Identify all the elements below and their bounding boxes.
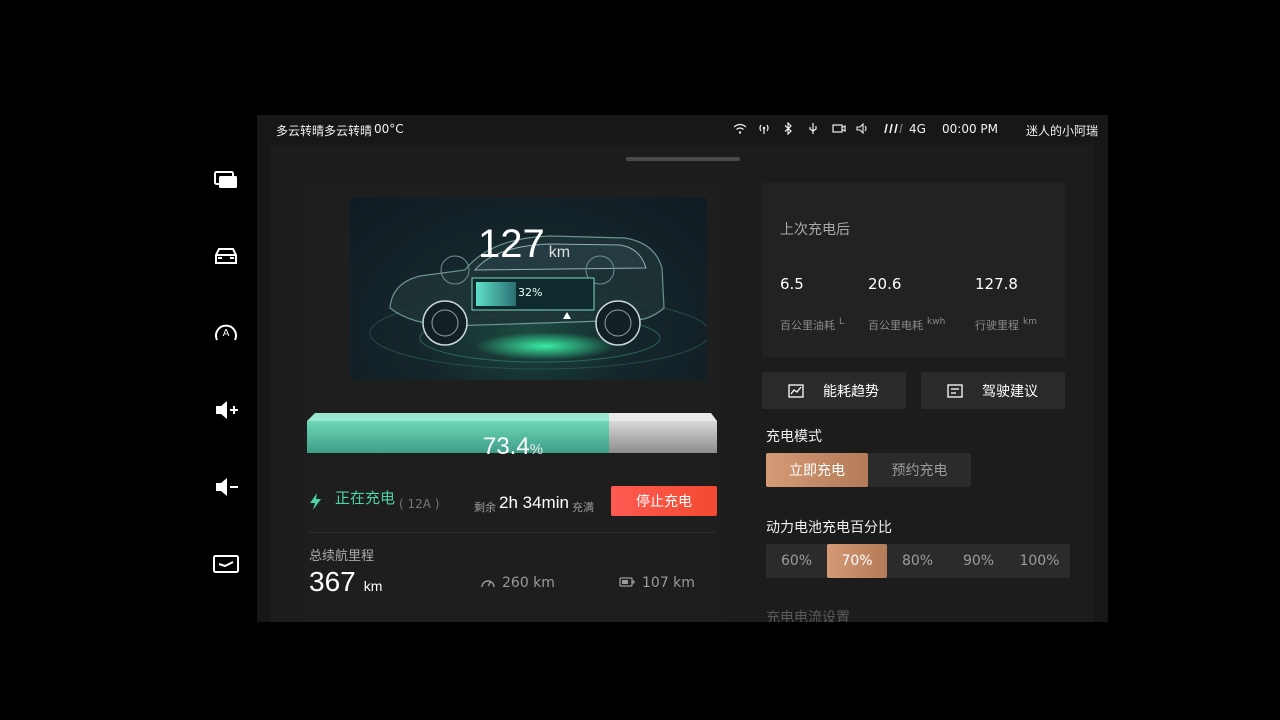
remaining-time: 2h 34min bbox=[499, 493, 569, 512]
charge-limit-selector: 60% 70% 80% 90% 100% bbox=[766, 544, 1070, 578]
battery-fill-top bbox=[307, 413, 609, 421]
stat-label: 行驶里程 km bbox=[975, 317, 1037, 333]
stop-charging-button[interactable]: 停止充电 bbox=[611, 486, 717, 516]
charge-limit-90[interactable]: 90% bbox=[948, 544, 1009, 578]
charge-limit-title: 动力电池充电百分比 bbox=[766, 520, 892, 536]
remaining-suffix: 充满 bbox=[572, 501, 594, 514]
charge-mode-scheduled[interactable]: 预约充电 bbox=[868, 453, 971, 487]
svg-text:A: A bbox=[223, 328, 230, 339]
remaining-prefix: 剩余 bbox=[474, 501, 496, 514]
car-icon[interactable] bbox=[212, 244, 240, 268]
auto-hold-icon[interactable]: A bbox=[212, 320, 240, 344]
range-readout: 127 km bbox=[478, 222, 570, 267]
charge-limit-80[interactable]: 80% bbox=[887, 544, 948, 578]
wifi-icon bbox=[733, 123, 747, 134]
stat-value: 20.6 bbox=[868, 275, 902, 293]
charge-mode-selector: 立即充电 预约充电 bbox=[766, 453, 971, 487]
total-range-unit: km bbox=[363, 578, 383, 594]
stat-unit: L bbox=[839, 317, 845, 328]
charge-mode-now[interactable]: 立即充电 bbox=[766, 453, 868, 487]
total-range-value: 367 bbox=[309, 566, 356, 597]
charge-limit-60[interactable]: 60% bbox=[766, 544, 827, 578]
bluetooth-icon bbox=[784, 122, 792, 135]
vehicle-illustration: 32% 127 km bbox=[350, 198, 707, 380]
display-mode-icon[interactable] bbox=[212, 552, 240, 576]
weather-text: 多云转晴多云转晴 bbox=[276, 124, 373, 138]
stat-label-text: 百公里电耗 bbox=[868, 319, 923, 332]
stat-unit: kwh bbox=[927, 317, 946, 328]
volume-down-icon[interactable] bbox=[212, 475, 240, 499]
volume-icon bbox=[856, 123, 867, 134]
last-charge-title: 上次充电后 bbox=[780, 222, 850, 238]
battery-percent-value: 73.4 bbox=[482, 433, 530, 460]
usb-icon bbox=[809, 123, 817, 134]
drag-handle[interactable] bbox=[626, 157, 740, 161]
charge-limit-70[interactable]: 70% bbox=[827, 544, 887, 578]
signal-icon bbox=[884, 123, 903, 134]
stat-label-text: 百公里油耗 bbox=[780, 319, 835, 332]
screens-icon[interactable] bbox=[212, 167, 240, 191]
hotspot-icon bbox=[759, 124, 769, 134]
camera-icon bbox=[832, 124, 846, 133]
charge-mode-title: 充电模式 bbox=[766, 429, 822, 445]
energy-trend-label: 能耗趋势 bbox=[823, 383, 879, 400]
volume-up-icon[interactable] bbox=[212, 398, 240, 422]
total-range: 367 km bbox=[309, 566, 382, 598]
message-icon bbox=[947, 383, 963, 398]
stat-label: 百公里油耗 L bbox=[780, 317, 844, 333]
stat-value: 6.5 bbox=[780, 275, 804, 293]
divider bbox=[307, 532, 717, 533]
car-screen: 多云转晴多云转晴 00°C 4G 00:00 PM 迷人的小阿瑞 32% 127… bbox=[257, 115, 1108, 622]
charging-current: ( 12A ) bbox=[399, 497, 440, 511]
mileage-title: 总续航里程 bbox=[309, 549, 375, 564]
battery-icon bbox=[619, 577, 635, 587]
network-type-text: 4G bbox=[909, 122, 926, 136]
trend-chart-icon bbox=[788, 383, 804, 398]
range-unit: km bbox=[548, 244, 571, 261]
temperature-text: 00°C bbox=[374, 122, 404, 136]
driving-advice-label: 驾驶建议 bbox=[982, 383, 1038, 400]
user-name-text[interactable]: 迷人的小阿瑞 bbox=[1026, 122, 1098, 139]
battery-empty-top bbox=[609, 413, 717, 421]
energy-trend-button[interactable]: 能耗趋势 bbox=[762, 372, 906, 409]
battery-percent-sign: % bbox=[529, 441, 544, 458]
stat-value: 127.8 bbox=[975, 275, 1018, 293]
stat-label-text: 行驶里程 bbox=[975, 319, 1019, 332]
current-setting-title: 充电电流设置 bbox=[766, 610, 850, 622]
fuel-range: 260 km bbox=[502, 575, 555, 591]
clock-text: 00:00 PM bbox=[942, 122, 998, 136]
battery-range: 107 km bbox=[642, 575, 695, 591]
driving-advice-button[interactable]: 驾驶建议 bbox=[921, 372, 1065, 409]
charge-limit-100[interactable]: 100% bbox=[1009, 544, 1070, 578]
battery-inset-label: 32% bbox=[518, 286, 543, 299]
battery-level-bar: 73.4% bbox=[307, 411, 719, 463]
battery-percent-text: 73.4% bbox=[307, 433, 719, 461]
charging-status: 正在充电 bbox=[335, 489, 396, 507]
charging-bolt-icon bbox=[310, 493, 321, 510]
status-bar: 多云转晴多云转晴 00°C 4G 00:00 PM 迷人的小阿瑞 bbox=[257, 115, 1108, 143]
range-value: 127 bbox=[478, 222, 545, 266]
stat-unit: km bbox=[1023, 317, 1037, 328]
stat-label: 百公里电耗 kwh bbox=[868, 317, 945, 333]
gauge-icon bbox=[481, 580, 495, 588]
